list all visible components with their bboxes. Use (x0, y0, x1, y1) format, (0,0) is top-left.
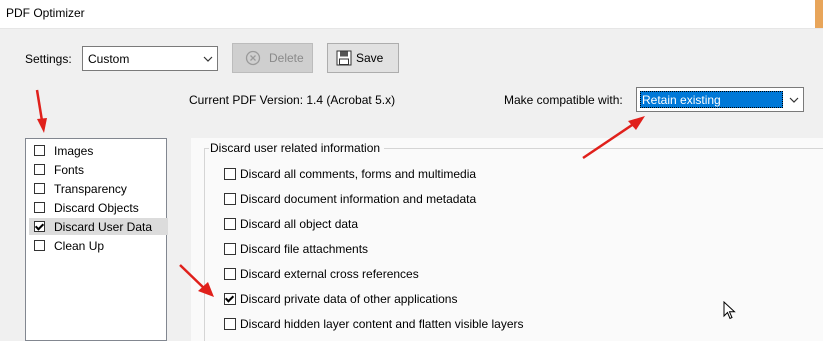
red-arrow-icon (582, 116, 645, 160)
annotation-arrows (35, 89, 645, 297)
red-arrow-icon (35, 89, 47, 133)
red-arrow-icon (179, 264, 214, 297)
